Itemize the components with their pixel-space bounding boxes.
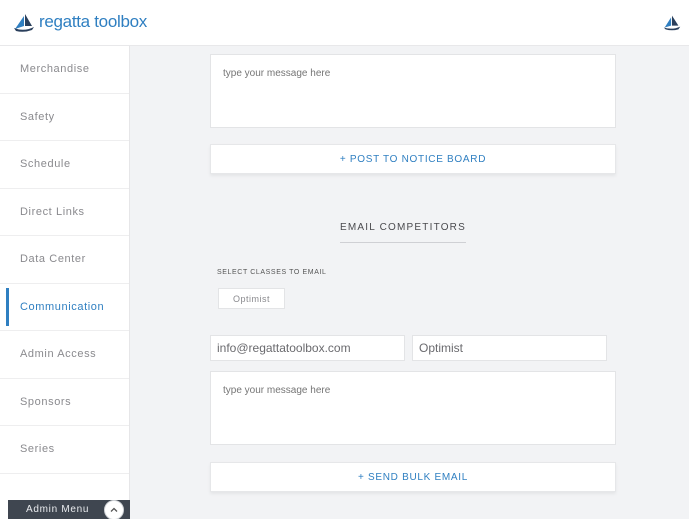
top-bar: regatta toolbox [0, 0, 689, 46]
sidebar-item-safety[interactable]: Safety [0, 94, 129, 141]
main-content: + POST TO NOTICE BOARD EMAIL COMPETITORS… [130, 46, 689, 519]
sidebar-item-communication[interactable]: Communication [0, 284, 129, 331]
sidebar-item-merchandise[interactable]: Merchandise [0, 46, 129, 94]
class-chip-optimist[interactable]: Optimist [218, 288, 285, 309]
logo-text: regatta toolbox [39, 12, 147, 31]
chevron-up-icon [110, 507, 118, 512]
admin-menu-toggle[interactable] [104, 500, 124, 519]
select-classes-label: SELECT CLASSES TO EMAIL [217, 269, 327, 276]
sidebar-item-series[interactable]: Series [0, 426, 129, 474]
logo[interactable]: regatta toolbox [12, 10, 147, 34]
post-to-notice-board-button[interactable]: + POST TO NOTICE BOARD [210, 144, 616, 174]
sailboat-icon [14, 14, 34, 32]
email-class-field[interactable]: Optimist [412, 335, 607, 361]
sidebar-item-data-center[interactable]: Data Center [0, 236, 129, 284]
sidebar: Merchandise Safety Schedule Direct Links… [0, 46, 130, 519]
notice-message-input[interactable] [210, 54, 616, 128]
sidebar-item-admin-access[interactable]: Admin Access [0, 331, 129, 379]
sailboat-icon[interactable] [661, 10, 683, 34]
email-competitors-heading: EMAIL COMPETITORS [340, 222, 466, 243]
sidebar-item-sponsors[interactable]: Sponsors [0, 379, 129, 426]
email-message-input[interactable] [210, 371, 616, 445]
sidebar-item-schedule[interactable]: Schedule [0, 141, 129, 189]
email-from-field[interactable]: info@regattatoolbox.com [210, 335, 405, 361]
send-bulk-email-button[interactable]: + SEND BULK EMAIL [210, 462, 616, 492]
sidebar-item-direct-links[interactable]: Direct Links [0, 189, 129, 236]
